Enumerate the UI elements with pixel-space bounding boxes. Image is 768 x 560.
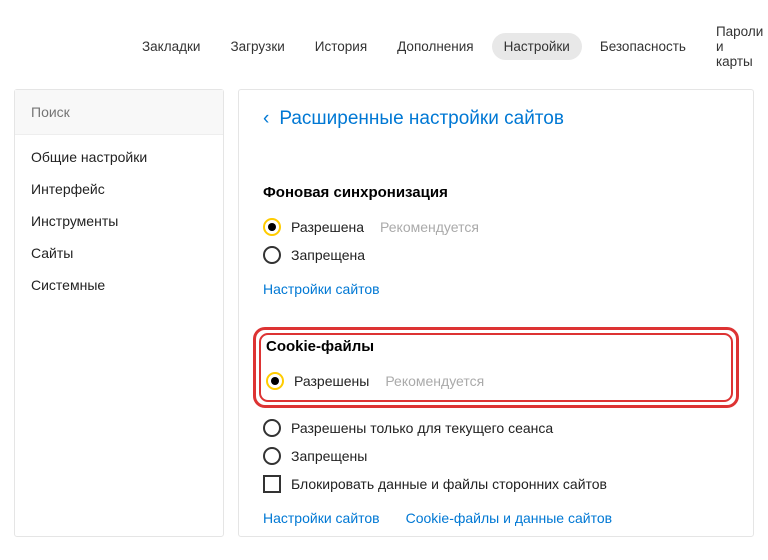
page-title: Расширенные настройки сайтов	[279, 108, 564, 130]
cookies-sites-link[interactable]: Настройки сайтов	[263, 510, 380, 526]
cookies-denied-row[interactable]: Запрещены	[263, 442, 729, 470]
sync-allowed-label: Разрешена	[291, 219, 364, 235]
checkbox-icon[interactable]	[263, 475, 281, 493]
search-input[interactable]	[31, 104, 207, 120]
radio-icon[interactable]	[263, 419, 281, 437]
sidebar-item-sites[interactable]: Сайты	[15, 237, 223, 269]
cookies-data-link[interactable]: Cookie-файлы и данные сайтов	[406, 510, 612, 526]
cookies-title: Cookie-файлы	[266, 338, 726, 355]
sidebar-item-tools[interactable]: Инструменты	[15, 205, 223, 237]
radio-icon[interactable]	[266, 372, 284, 390]
top-nav: Закладки Загрузки История Дополнения Нас…	[0, 0, 768, 89]
sync-sites-link[interactable]: Настройки сайтов	[263, 281, 380, 297]
highlight-box: Cookie-файлы Разрешены Рекомендуется	[253, 327, 739, 408]
sync-denied-row[interactable]: Запрещена	[263, 241, 729, 269]
sync-hint: Рекомендуется	[380, 219, 479, 235]
section-sync: Фоновая синхронизация Разрешена Рекоменд…	[263, 184, 729, 297]
radio-icon[interactable]	[263, 218, 281, 236]
cookies-block3rd-label: Блокировать данные и файлы сторонних сай…	[291, 476, 607, 492]
sidebar-item-interface[interactable]: Интерфейс	[15, 173, 223, 205]
cookies-block3rd-row[interactable]: Блокировать данные и файлы сторонних сай…	[263, 470, 729, 498]
nav-settings[interactable]: Настройки	[492, 33, 582, 60]
cookies-session-row[interactable]: Разрешены только для текущего сеанса	[263, 414, 729, 442]
cookies-session-label: Разрешены только для текущего сеанса	[291, 420, 553, 436]
radio-icon[interactable]	[263, 447, 281, 465]
sidebar-item-general[interactable]: Общие настройки	[15, 141, 223, 173]
nav-history[interactable]: История	[303, 33, 379, 60]
nav-security[interactable]: Безопасность	[588, 33, 698, 60]
chevron-left-icon: ‹	[263, 108, 269, 130]
sync-title: Фоновая синхронизация	[263, 184, 729, 201]
sidebar: Общие настройки Интерфейс Инструменты Са…	[14, 89, 224, 537]
nav-bookmarks[interactable]: Закладки	[130, 33, 212, 60]
search-cell	[15, 90, 223, 135]
back-link[interactable]: ‹ Расширенные настройки сайтов	[263, 108, 729, 130]
cookies-hint: Рекомендуется	[385, 373, 484, 389]
sync-allowed-row[interactable]: Разрешена Рекомендуется	[263, 213, 729, 241]
sync-denied-label: Запрещена	[291, 247, 365, 263]
nav-passwords[interactable]: Пароли и карты	[704, 18, 768, 75]
nav-addons[interactable]: Дополнения	[385, 33, 485, 60]
main-panel: ‹ Расширенные настройки сайтов Фоновая с…	[238, 89, 754, 537]
section-cookies: Cookie-файлы Разрешены Рекомендуется Раз…	[263, 327, 729, 526]
radio-icon[interactable]	[263, 246, 281, 264]
nav-downloads[interactable]: Загрузки	[218, 33, 296, 60]
cookies-allowed-row[interactable]: Разрешены Рекомендуется	[266, 367, 726, 395]
cookies-denied-label: Запрещены	[291, 448, 367, 464]
sidebar-item-system[interactable]: Системные	[15, 269, 223, 301]
cookies-allowed-label: Разрешены	[294, 373, 369, 389]
